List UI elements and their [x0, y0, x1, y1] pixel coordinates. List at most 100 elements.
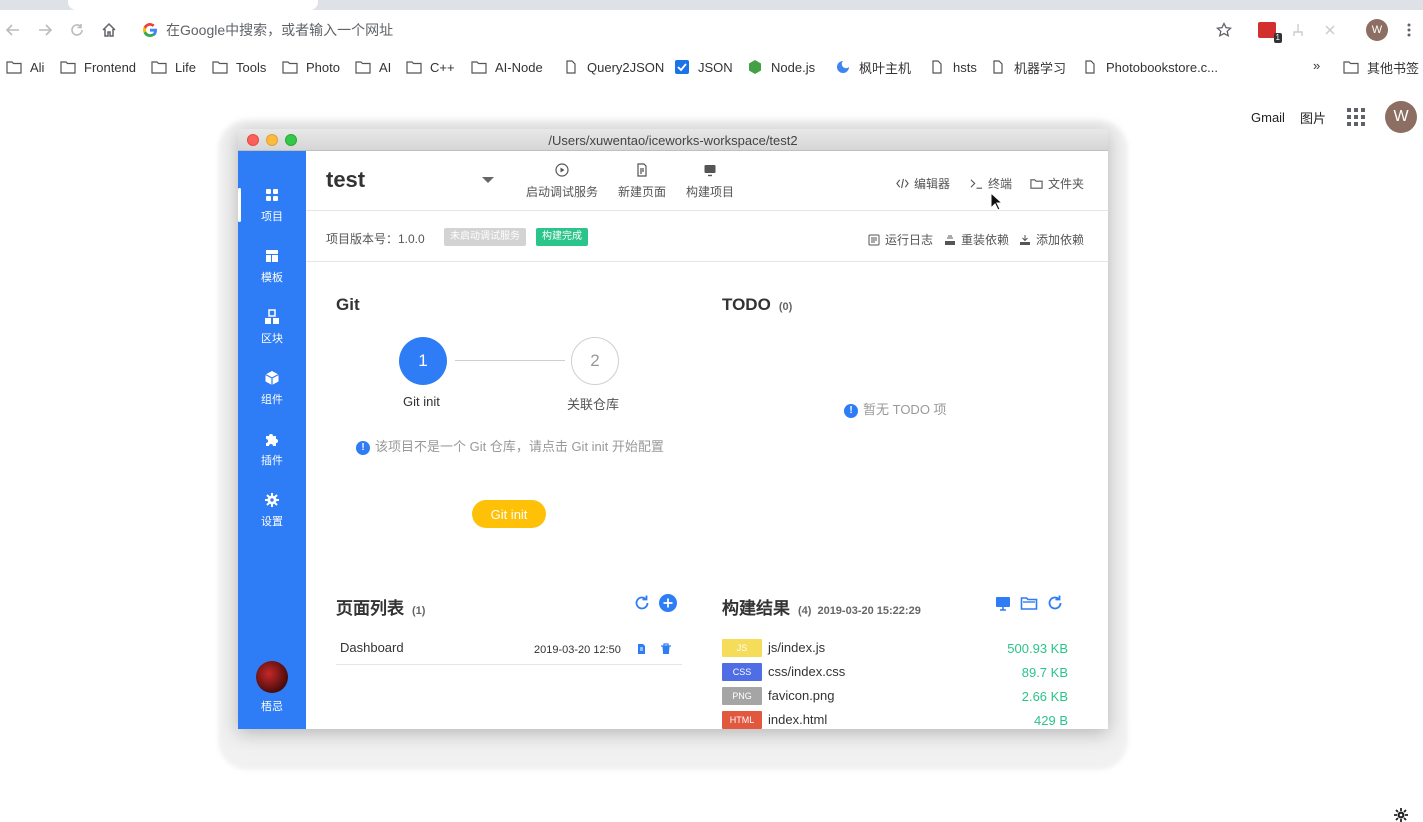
sidebar-item-label: 组件	[261, 393, 283, 406]
page-icon	[566, 60, 576, 74]
project-switch-caret-icon[interactable]	[482, 177, 494, 183]
bookmark-item[interactable]: Life	[151, 58, 196, 76]
add-deps-label: 添加依赖	[1036, 233, 1085, 247]
bookmark-item[interactable]: JSON	[674, 58, 733, 76]
cube-icon	[264, 370, 280, 386]
bookmark-item[interactable]: Query2JSON	[563, 58, 664, 76]
bookmark-item[interactable]: 机器学习	[990, 58, 1066, 76]
network-extension-icon[interactable]	[1287, 19, 1309, 41]
build-status-badge: 构建完成	[536, 228, 588, 246]
bookmark-label: hsts	[953, 59, 977, 75]
refresh-build-icon[interactable]	[1046, 594, 1064, 612]
run-log-button[interactable]: 运行日志	[868, 231, 933, 248]
sidebar-item[interactable]: 区块	[238, 302, 306, 352]
add-deps-button[interactable]: 添加依赖	[1019, 231, 1084, 248]
bookmark-item[interactable]: hsts	[929, 58, 977, 76]
todo-title: TODO	[722, 295, 771, 314]
omnibox[interactable]: 在Google中搜索，或者输入一个网址	[132, 16, 1252, 44]
home-icon[interactable]	[98, 19, 120, 41]
bookmark-item[interactable]: 枫叶主机	[835, 58, 911, 76]
list-item: HTML index.html 429 B	[722, 710, 1068, 729]
images-link[interactable]: 图片	[1300, 100, 1326, 134]
page-settings-gear-icon[interactable]	[1394, 808, 1408, 822]
window-titlebar[interactable]: /Users/xuwentao/iceworks-workspace/test2	[238, 129, 1108, 151]
terminal-button[interactable]: 终端	[970, 175, 1012, 192]
bookmark-item[interactable]: Tools	[212, 58, 266, 76]
profile-button[interactable]: W	[1366, 19, 1388, 41]
folder-icon	[355, 61, 371, 74]
sidebar-item[interactable]: 组件	[238, 363, 306, 413]
start-dev-server-button[interactable]: 启动调试服务	[526, 163, 598, 200]
code-icon	[896, 178, 909, 189]
bookmark-item[interactable]: Photobookstore.c...	[1082, 58, 1218, 76]
folder-label: 文件夹	[1048, 177, 1085, 191]
build-project-label: 构建项目	[686, 185, 735, 199]
build-title: 构建结果	[722, 599, 790, 618]
project-info-bar: 项目版本号：1.0.0 未启动调试服务 构建完成 运行日志 重装依赖 添加依赖	[306, 212, 1108, 262]
page-delete-icon[interactable]	[660, 643, 672, 655]
dev-server-status-badge: 未启动调试服务	[444, 228, 526, 246]
iceworks-window: /Users/xuwentao/iceworks-workspace/test2…	[238, 129, 1108, 729]
editor-button[interactable]: 编辑器	[896, 175, 950, 192]
bookmark-item[interactable]: Node.js	[747, 58, 815, 76]
user-avatar[interactable]	[256, 661, 288, 693]
sidebar-item-label: 设置	[261, 515, 283, 528]
gmail-link[interactable]: Gmail	[1251, 100, 1285, 134]
google-account-avatar: W	[1385, 101, 1417, 133]
google-account-button[interactable]: W	[1385, 100, 1417, 134]
bookmark-item[interactable]: Photo	[282, 58, 340, 76]
bookmark-label: AI	[379, 59, 392, 75]
page-edit-icon[interactable]	[636, 643, 648, 655]
bookmark-item[interactable]: AI-Node	[471, 58, 543, 76]
folder-icon	[406, 61, 422, 74]
bookmark-item[interactable]: Ali	[6, 58, 44, 76]
todo-count: (0)	[778, 301, 793, 313]
refresh-pages-icon[interactable]	[633, 594, 651, 612]
pages-title: 页面列表	[336, 599, 404, 618]
file-size: 500.93 KB	[1007, 641, 1068, 656]
sidebar-item-label: 项目	[261, 210, 283, 223]
build-time: 2019-03-20 15:22:29	[817, 605, 921, 617]
add-page-icon[interactable]	[659, 594, 677, 612]
git-init-button[interactable]: Git init	[472, 500, 546, 528]
folder-icon	[471, 61, 487, 74]
todo-header: TODO (0)	[722, 295, 792, 315]
back-icon[interactable]	[2, 19, 24, 41]
browser-toolbar: 在Google中搜索，或者输入一个网址 1 W	[0, 10, 1423, 50]
maple-icon	[837, 61, 849, 73]
folder-button[interactable]: 文件夹	[1030, 175, 1084, 192]
bookmark-item[interactable]: Frontend	[60, 58, 136, 76]
open-build-folder-icon[interactable]	[1020, 594, 1038, 612]
sidebar-item[interactable]: 模板	[238, 241, 306, 291]
google-apps-icon[interactable]	[1347, 100, 1365, 134]
sidebar-item[interactable]: 项目	[238, 180, 306, 230]
bookmark-item[interactable]: AI	[355, 58, 391, 76]
file-type-badge: PNG	[722, 687, 762, 705]
bookmarks-overflow-button[interactable]: »	[1313, 58, 1320, 73]
git-step-1-circle: 1	[399, 337, 447, 385]
folder-icon	[1343, 61, 1359, 74]
extension-icon[interactable]: 1	[1256, 19, 1282, 43]
sidebar-item[interactable]: 设置	[238, 485, 306, 535]
folder-icon	[60, 61, 76, 74]
file-type-badge: HTML	[722, 711, 762, 729]
other-bookmarks-folder[interactable]: 其他书签	[1343, 58, 1419, 76]
build-monitor-icon[interactable]	[994, 594, 1012, 612]
build-project-button[interactable]: 构建项目	[686, 163, 734, 200]
bookmark-item[interactable]: C++	[406, 58, 455, 76]
table-row[interactable]: Dashboard 2019-03-20 12:50	[336, 629, 682, 665]
new-page-button[interactable]: 新建页面	[618, 163, 666, 200]
bookmark-label: Node.js	[771, 59, 816, 75]
reinstall-deps-button[interactable]: 重装依赖	[944, 231, 1009, 248]
close-extension-icon[interactable]	[1319, 19, 1341, 41]
menu-dots-icon[interactable]	[1398, 19, 1420, 41]
active-tab[interactable]	[68, 0, 318, 10]
build-header: 构建结果 (4) 2019-03-20 15:22:29	[722, 594, 921, 619]
page-date: 2019-03-20 12:50	[534, 644, 621, 656]
bookmark-star-icon[interactable]	[1213, 19, 1235, 41]
pages-count: (1)	[412, 605, 426, 617]
file-name: js/index.js	[768, 640, 826, 655]
reload-icon[interactable]	[66, 19, 88, 41]
sidebar-item[interactable]: 插件	[238, 424, 306, 474]
forward-icon[interactable]	[34, 19, 56, 41]
